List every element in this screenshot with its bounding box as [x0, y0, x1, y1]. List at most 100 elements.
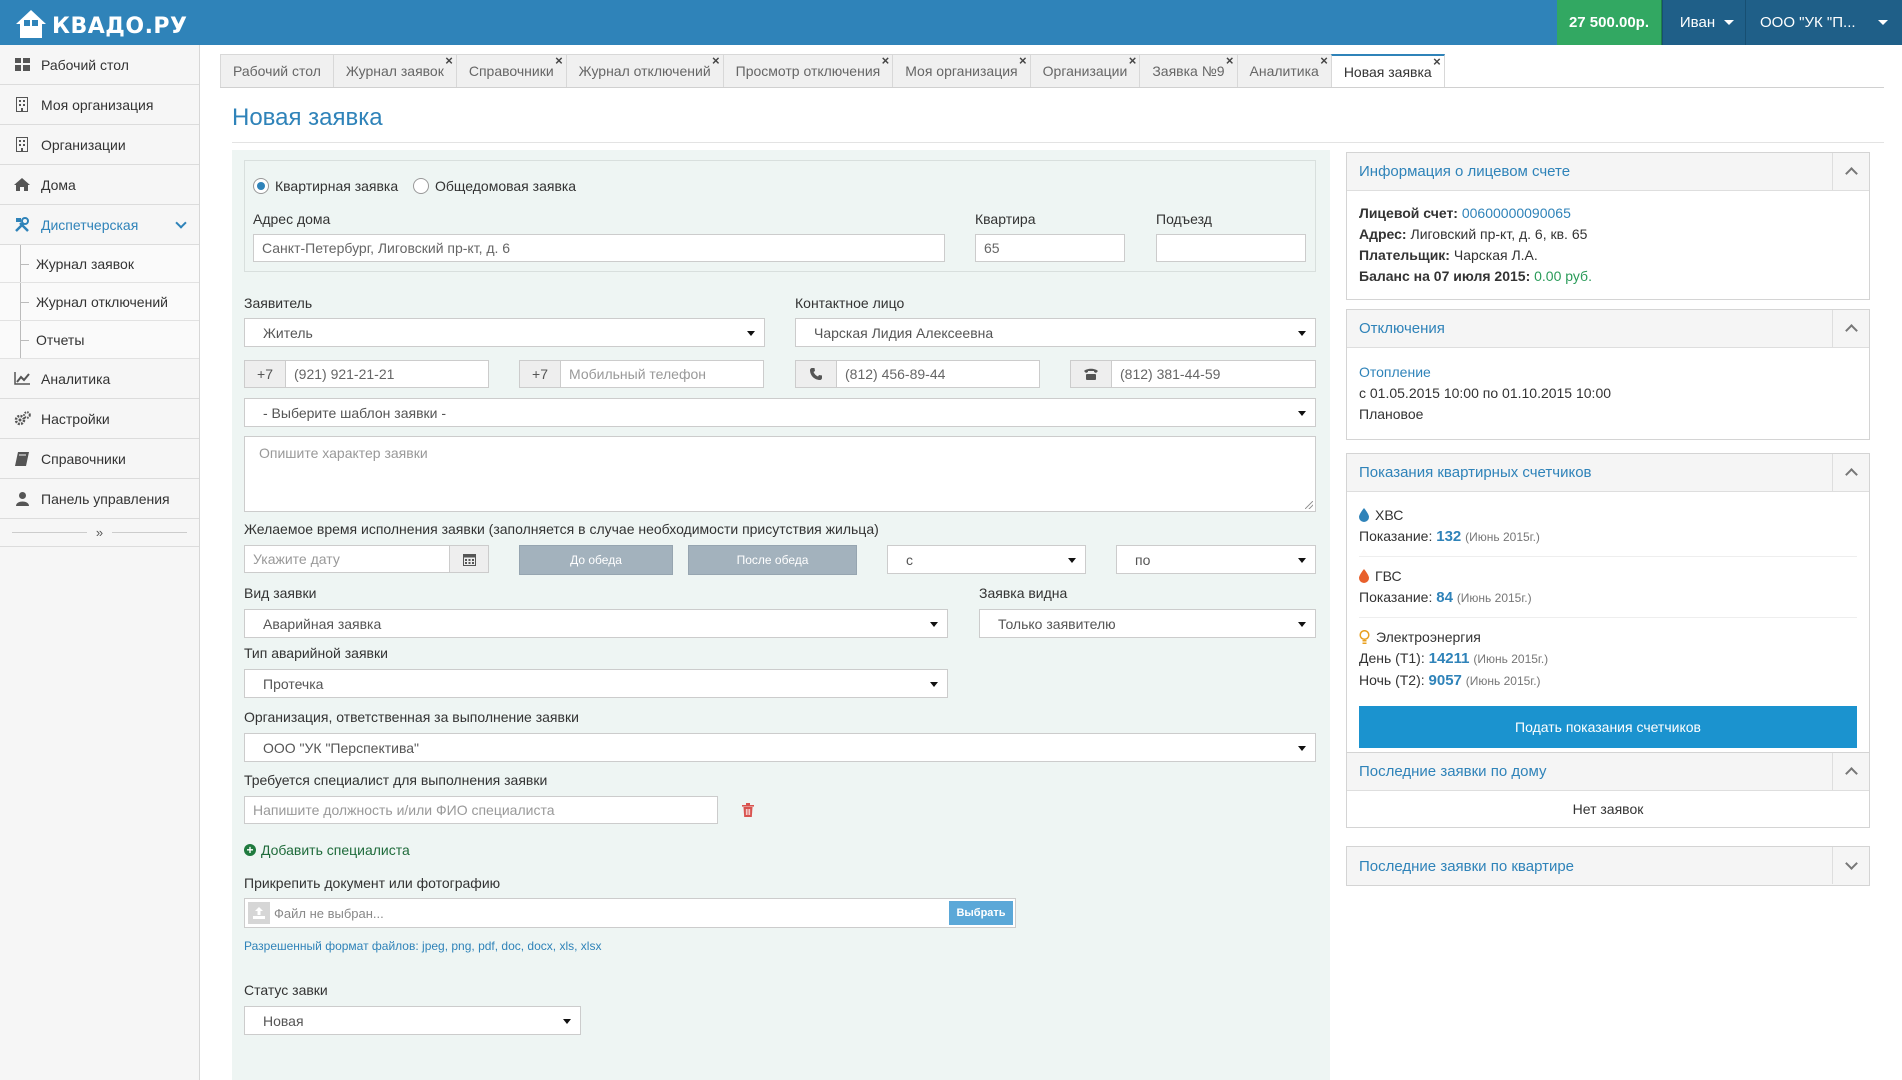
- collapse-panel-button[interactable]: [1832, 454, 1869, 491]
- description-textarea[interactable]: Опишите характер заявки: [244, 436, 1316, 512]
- contact-select[interactable]: Чарская Лидия Алексеевна: [795, 318, 1316, 347]
- choose-file-button[interactable]: Выбрать: [949, 901, 1013, 925]
- caret-down-icon: [1298, 746, 1306, 751]
- responsible-org-select[interactable]: ООО "УК "Перспектива": [244, 733, 1316, 762]
- phone-icon: [810, 368, 822, 380]
- tab-label: Новая заявка: [1343, 63, 1432, 80]
- sidebar-item-control-panel[interactable]: Панель управления: [0, 479, 199, 519]
- caret-down-icon: [563, 1019, 571, 1024]
- page-title: Новая заявка: [232, 104, 383, 131]
- sidebar-subitem-outages-journal[interactable]: Журнал отключений: [0, 283, 199, 321]
- sidebar-item-settings[interactable]: Настройки: [0, 399, 199, 439]
- entrance-input[interactable]: [1156, 234, 1306, 262]
- close-icon[interactable]: ×: [445, 54, 453, 67]
- sidebar-subitem-label: Журнал заявок: [36, 255, 134, 272]
- status-select[interactable]: Новая: [244, 1006, 581, 1035]
- emergency-type-select[interactable]: Протечка: [244, 669, 948, 698]
- time-from-select[interactable]: с: [887, 545, 1086, 574]
- close-icon[interactable]: ×: [1226, 54, 1234, 67]
- phone-input-1[interactable]: (921) 921-21-21: [285, 360, 489, 388]
- sidebar-collapse-button[interactable]: »: [0, 519, 199, 547]
- logo[interactable]: КВАДО.РУ: [14, 6, 188, 40]
- chevron-up-icon: [1844, 167, 1858, 180]
- collapse-panel-button[interactable]: [1832, 753, 1869, 790]
- sidebar-subitem-reports[interactable]: Отчеты: [0, 321, 199, 359]
- sidebar-item-desktop[interactable]: Рабочий стол: [0, 45, 199, 85]
- visibility-select[interactable]: Только заявителю: [979, 609, 1316, 638]
- chevron-up-icon: [1844, 767, 1858, 780]
- radio-building-request[interactable]: Общедомовая заявка: [413, 178, 576, 194]
- caret-down-icon: [930, 682, 938, 687]
- tab-outages-journal[interactable]: Журнал отключений ×: [565, 54, 724, 88]
- expand-panel-button[interactable]: [1832, 847, 1869, 884]
- sidebar-item-dispatch[interactable]: Диспетчерская: [0, 205, 199, 245]
- reading-period: (Июнь 2015г.): [1473, 652, 1549, 666]
- radio-apartment-request[interactable]: Квартирная заявка: [253, 178, 398, 194]
- close-icon[interactable]: ×: [1019, 54, 1027, 67]
- sidebar-item-my-org[interactable]: Моя организация: [0, 85, 199, 125]
- close-icon[interactable]: ×: [1129, 54, 1137, 67]
- reading-label: Ночь (Т2):: [1359, 672, 1425, 688]
- sidebar-item-label: Рабочий стол: [41, 56, 129, 73]
- phone-input-4[interactable]: (812) 381-44-59: [1111, 360, 1316, 388]
- plus-circle-icon: +: [244, 844, 256, 856]
- account-number-link[interactable]: 00600000090065: [1462, 205, 1571, 221]
- calendar-icon: [462, 553, 476, 566]
- apartment-input[interactable]: 65: [975, 234, 1125, 262]
- tab-organizations[interactable]: Организации ×: [1029, 54, 1141, 88]
- close-icon[interactable]: ×: [882, 54, 890, 67]
- mobile-phone-input[interactable]: Мобильный телефон: [560, 360, 764, 388]
- close-icon[interactable]: ×: [1433, 55, 1441, 68]
- add-specialist-link[interactable]: + Добавить специалиста: [244, 842, 410, 858]
- tab-directories[interactable]: Справочники ×: [455, 54, 567, 88]
- chevron-up-icon: [1844, 468, 1858, 481]
- trash-icon[interactable]: [742, 803, 754, 820]
- resize-grip-icon[interactable]: [1305, 501, 1313, 509]
- sidebar-item-organizations[interactable]: Организации: [0, 125, 199, 165]
- panel-title: Показания квартирных счетчиков: [1359, 464, 1592, 481]
- radio-checked-icon: [253, 178, 269, 194]
- dashboard-icon: [12, 58, 32, 71]
- tab-desktop[interactable]: Рабочий стол: [220, 54, 334, 88]
- tab-request-9[interactable]: Заявка №9 ×: [1139, 54, 1238, 88]
- submit-readings-button[interactable]: Подать показания счетчиков: [1359, 706, 1857, 748]
- file-input[interactable]: Файл не выбран... Выбрать: [244, 898, 1016, 928]
- collapse-panel-button[interactable]: [1832, 153, 1869, 190]
- user-menu[interactable]: Иван: [1662, 0, 1745, 45]
- sidebar-subitem-requests-journal[interactable]: Журнал заявок: [0, 245, 199, 283]
- address-input[interactable]: Санкт-Петербург, Лиговский пр-кт, д. 6: [253, 234, 945, 262]
- calendar-button[interactable]: [449, 545, 489, 573]
- sidebar-item-label: Настройки: [41, 410, 110, 427]
- phone-input-3[interactable]: (812) 456-89-44: [836, 360, 1040, 388]
- close-icon[interactable]: ×: [712, 54, 720, 67]
- outage-name-link[interactable]: Отопление: [1359, 362, 1857, 383]
- tab-label: Просмотр отключения: [735, 63, 881, 79]
- tab-my-org[interactable]: Моя организация ×: [892, 54, 1031, 88]
- org-menu[interactable]: ООО "УК "П...: [1745, 0, 1902, 45]
- sidebar-item-analytics[interactable]: Аналитика: [0, 359, 199, 399]
- before-lunch-button[interactable]: До обеда: [519, 545, 673, 575]
- close-icon[interactable]: ×: [555, 54, 563, 67]
- tab-new-request[interactable]: Новая заявка ×: [1330, 54, 1445, 88]
- tab-label: Журнал заявок: [345, 63, 444, 79]
- tab-analytics[interactable]: Аналитика ×: [1236, 54, 1332, 88]
- request-kind-select[interactable]: Аварийная заявка: [244, 609, 948, 638]
- specialist-input[interactable]: Напишите должность и/или ФИО специалиста: [244, 796, 718, 824]
- after-lunch-button[interactable]: После обеда: [688, 545, 857, 575]
- panel-title: Информация о лицевом счете: [1359, 163, 1571, 180]
- tab-requests-journal[interactable]: Журнал заявок ×: [332, 54, 457, 88]
- date-input[interactable]: Укажите дату: [244, 545, 450, 573]
- balance-button[interactable]: 27 500.00р.: [1556, 0, 1662, 45]
- close-icon[interactable]: ×: [1320, 54, 1328, 67]
- time-to-select[interactable]: по: [1116, 545, 1316, 574]
- sidebar-item-houses[interactable]: Дома: [0, 165, 199, 205]
- template-select[interactable]: - Выберите шаблон заявки -: [244, 398, 1316, 427]
- collapse-panel-button[interactable]: [1832, 310, 1869, 347]
- panel-title: Последние заявки по дому: [1359, 763, 1547, 780]
- tab-outage-view[interactable]: Просмотр отключения ×: [722, 54, 894, 88]
- caret-down-icon: [1298, 558, 1306, 563]
- tab-label: Аналитика: [1249, 63, 1319, 79]
- sidebar-item-directories[interactable]: Справочники: [0, 439, 199, 479]
- attach-label: Прикрепить документ или фотографию: [244, 875, 501, 891]
- applicant-select[interactable]: Житель: [244, 318, 765, 347]
